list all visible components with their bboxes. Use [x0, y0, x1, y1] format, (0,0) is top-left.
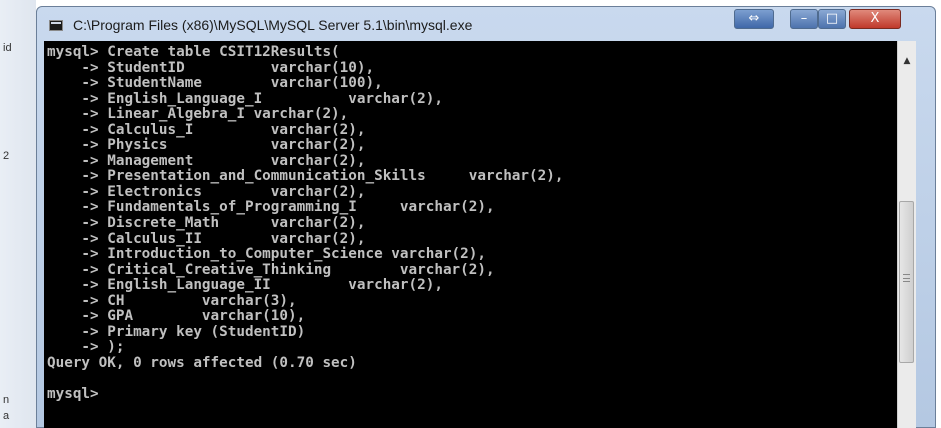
console-line: -> GPA varchar(10), — [47, 308, 306, 325]
console-line: -> CH varchar(3), — [47, 292, 297, 309]
console-line: -> Calculus_I varchar(2), — [47, 121, 366, 138]
background-text: n — [3, 394, 10, 406]
console-line: mysql> — [47, 386, 99, 403]
grip-icon — [903, 274, 910, 282]
title-bar[interactable]: C:\Program Files (x86)\MySQL\MySQL Serve… — [37, 7, 935, 41]
vertical-scrollbar[interactable]: ▲ — [897, 41, 916, 428]
console-line: -> English_Language_I varchar(2), — [47, 90, 443, 107]
maximize-button[interactable]: □ — [818, 9, 846, 29]
console-line: -> Primary key (StudentID) — [47, 323, 306, 340]
console-line: -> Fundamentals_of_Programming_I varchar… — [47, 199, 495, 216]
console-line: Query OK, 0 rows affected (0.70 sec) — [47, 354, 357, 371]
console-app-icon[interactable] — [49, 20, 63, 31]
console-window[interactable]: C:\Program Files (x86)\MySQL\MySQL Serve… — [36, 6, 936, 428]
minimize-button[interactable]: – — [790, 9, 818, 29]
console-line: -> Presentation_and_Communication_Skills… — [47, 168, 564, 185]
background-text: a — [3, 410, 10, 422]
console-line: -> Discrete_Math varchar(2), — [47, 215, 366, 232]
restore-button[interactable]: ⇔ — [734, 9, 774, 29]
console-line: -> Calculus_II varchar(2), — [47, 230, 366, 247]
console-line: -> StudentID varchar(10), — [47, 59, 375, 76]
console-line: mysql> Create table CSIT12Results( — [47, 44, 340, 60]
console-text: mysql> Create table CSIT12Results( -> St… — [44, 41, 897, 403]
background-text: id — [3, 42, 12, 54]
scrollbar-thumb[interactable] — [899, 201, 914, 363]
console-line: -> English_Language_II varchar(2), — [47, 277, 443, 294]
background-app-edge: id 2 n a — [0, 0, 36, 428]
console-output[interactable]: mysql> Create table CSIT12Results( -> St… — [44, 41, 897, 428]
close-button[interactable]: X — [849, 9, 901, 29]
scroll-up-arrow-icon[interactable]: ▲ — [900, 55, 914, 67]
console-line: -> StudentName varchar(100), — [47, 75, 383, 92]
console-line: -> Management varchar(2), — [47, 152, 366, 169]
screenshot-stage: id 2 n a C:\Program Files (x86)\MySQL\My… — [0, 0, 941, 428]
window-title: C:\Program Files (x86)\MySQL\MySQL Serve… — [73, 17, 473, 33]
console-line: -> Linear_Algebra_I varchar(2), — [47, 106, 349, 123]
console-line: -> ); — [47, 339, 125, 356]
console-line: -> Critical_Creative_Thinking varchar(2)… — [47, 261, 495, 278]
console-line: -> Introduction_to_Computer_Science varc… — [47, 246, 486, 263]
console-line: -> Electronics varchar(2), — [47, 183, 366, 200]
console-line: -> Physics varchar(2), — [47, 137, 366, 154]
background-text: 2 — [3, 150, 10, 162]
